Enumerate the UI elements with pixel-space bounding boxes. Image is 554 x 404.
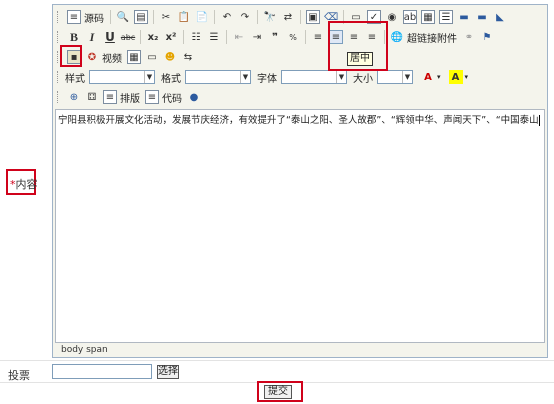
- toolbar-row-3: ▪ ✪ 视频 ▦ ▭ ☻ ⇆: [53, 47, 547, 67]
- toolbar-separator: [183, 30, 184, 44]
- chevron-down-icon: ▼: [240, 71, 250, 83]
- toolbar-grip: [57, 31, 61, 43]
- align-left-icon[interactable]: ≡: [311, 30, 325, 44]
- toolbar-grip: [57, 71, 61, 83]
- text-caret: [538, 115, 540, 126]
- toolbar-row-2: B I U abc x₂ x² ☷ ☰ ⇤ ⇥ ❞ % ≡ ≡ ≡ ≡ 🌐 超链…: [53, 27, 547, 47]
- chevron-down-icon: ▼: [402, 71, 412, 83]
- rich-text-editor: ≡ 源码 🔍 ▤ ✂ 📋 📄 ↶ ↷ 🔭 ⇄ ▣ ⌫ ▭ ✓ ◉ ab ▦ ☰ …: [52, 4, 548, 358]
- align-center-tooltip: 居中: [347, 52, 373, 66]
- row-divider: [0, 360, 554, 361]
- italic-icon[interactable]: I: [85, 30, 99, 44]
- vote-label: 投票: [8, 369, 30, 382]
- layout-button[interactable]: 排版: [120, 90, 140, 105]
- chevron-down-icon: ▼: [336, 71, 346, 83]
- table-icon[interactable]: ▦: [127, 50, 141, 64]
- size-select[interactable]: ▼: [377, 70, 413, 84]
- toolbar-separator: [226, 30, 227, 44]
- select-field-icon[interactable]: ☰: [439, 10, 453, 24]
- video-button[interactable]: 视频: [102, 50, 122, 65]
- image-button-icon[interactable]: ▬: [475, 10, 489, 24]
- select-all-icon[interactable]: ▣: [306, 10, 320, 24]
- toolbar-row-4: 样式 ▼ 格式 ▼ 字体 ▼ 大小 ▼ A ▾ A ▾: [53, 67, 547, 87]
- find-icon[interactable]: 🔭: [263, 10, 277, 24]
- special-char-icon[interactable]: ⇆: [181, 50, 195, 64]
- subscript-icon[interactable]: x₂: [146, 30, 160, 44]
- blockquote-icon[interactable]: ❞: [268, 30, 282, 44]
- size-label: 大小: [353, 73, 373, 85]
- superscript-icon[interactable]: x²: [164, 30, 178, 44]
- outdent-icon[interactable]: ⇤: [232, 30, 246, 44]
- submit-button[interactable]: 提交: [264, 385, 292, 399]
- toolbar-separator: [110, 10, 111, 24]
- flash-icon[interactable]: ✪: [85, 50, 99, 64]
- toolbar-grip: [57, 91, 61, 103]
- toolbar-row-1: ≡ 源码 🔍 ▤ ✂ 📋 📄 ↶ ↷ 🔭 ⇄ ▣ ⌫ ▭ ✓ ◉ ab ▦ ☰ …: [53, 7, 547, 27]
- redo-icon[interactable]: ↷: [238, 10, 252, 24]
- preview-icon[interactable]: 🔍: [116, 10, 130, 24]
- anchor-icon[interactable]: ⚑: [480, 30, 494, 44]
- toolbar-separator: [153, 10, 154, 24]
- image-button-highlight: [60, 45, 82, 67]
- show-blocks-icon[interactable]: ⚃: [85, 90, 99, 104]
- horizontal-rule-icon[interactable]: ▭: [145, 50, 159, 64]
- numbered-list-icon[interactable]: ☷: [189, 30, 203, 44]
- paste-word-icon[interactable]: 📄: [195, 10, 209, 24]
- template-icon[interactable]: ▤: [134, 10, 148, 24]
- maximize-icon[interactable]: ⊕: [67, 90, 81, 104]
- button-field-icon[interactable]: ▬: [457, 10, 471, 24]
- editor-text: 宁阳县积极开展文化活动，发展节庆经济，有效提升了“泰山之阳、圣人故郡”、“辉领中…: [58, 115, 539, 126]
- indent-icon[interactable]: ⇥: [250, 30, 264, 44]
- editor-content-area[interactable]: 宁阳县积极开展文化活动，发展节庆经济，有效提升了“泰山之阳、圣人故郡”、“辉领中…: [55, 109, 545, 343]
- hidden-field-icon[interactable]: ◣: [493, 10, 507, 24]
- underline-icon[interactable]: U: [103, 30, 117, 44]
- replace-icon[interactable]: ⇄: [281, 10, 295, 24]
- paste-icon[interactable]: 📋: [177, 10, 191, 24]
- source-button[interactable]: 源码: [84, 10, 104, 25]
- textfield-icon[interactable]: ab: [403, 10, 417, 24]
- content-label: *内容: [10, 178, 38, 191]
- source-icon[interactable]: ≡: [67, 10, 81, 24]
- toolbar-row-5: ⊕ ⚃ ≡ 排版 ≡ 代码 ●: [53, 87, 547, 107]
- strikethrough-icon[interactable]: abc: [121, 30, 135, 44]
- text-color-icon[interactable]: A: [421, 70, 435, 84]
- undo-icon[interactable]: ↶: [220, 10, 234, 24]
- toolbar-separator: [300, 10, 301, 24]
- font-label: 字体: [257, 73, 277, 85]
- div-icon[interactable]: %: [286, 30, 300, 44]
- link-attachment-button[interactable]: 超链接附件: [407, 30, 457, 45]
- toolbar-separator: [305, 30, 306, 44]
- style-select[interactable]: ▼: [89, 70, 155, 84]
- toolbar-grip: [57, 11, 61, 23]
- smiley-icon[interactable]: ☻: [163, 50, 177, 64]
- text-color-dropdown-icon[interactable]: ▾: [437, 73, 441, 81]
- unlink-icon[interactable]: ⚭: [462, 30, 476, 44]
- bold-icon[interactable]: B: [67, 30, 81, 44]
- style-label: 样式: [65, 73, 85, 85]
- format-select[interactable]: ▼: [185, 70, 251, 84]
- vote-input[interactable]: [52, 364, 152, 379]
- link-icon[interactable]: 🌐: [390, 30, 404, 44]
- font-select[interactable]: ▼: [281, 70, 347, 84]
- element-path[interactable]: body span: [61, 345, 108, 355]
- bulleted-list-icon[interactable]: ☰: [207, 30, 221, 44]
- textarea-icon[interactable]: ▦: [421, 10, 435, 24]
- background-color-icon[interactable]: A: [448, 70, 463, 84]
- about-icon[interactable]: ●: [187, 90, 201, 104]
- background-color-dropdown-icon[interactable]: ▾: [465, 73, 469, 81]
- toolbar-separator: [140, 30, 141, 44]
- code-button[interactable]: 代码: [162, 90, 182, 105]
- cut-icon[interactable]: ✂: [159, 10, 173, 24]
- chevron-down-icon: ▼: [144, 71, 154, 83]
- element-path-bar: body span: [55, 343, 545, 357]
- select-button[interactable]: 选择: [157, 365, 179, 379]
- layout-icon[interactable]: ≡: [103, 90, 117, 104]
- format-label: 格式: [161, 73, 181, 85]
- toolbar-separator: [214, 10, 215, 24]
- code-icon[interactable]: ≡: [145, 90, 159, 104]
- toolbar-separator: [257, 10, 258, 24]
